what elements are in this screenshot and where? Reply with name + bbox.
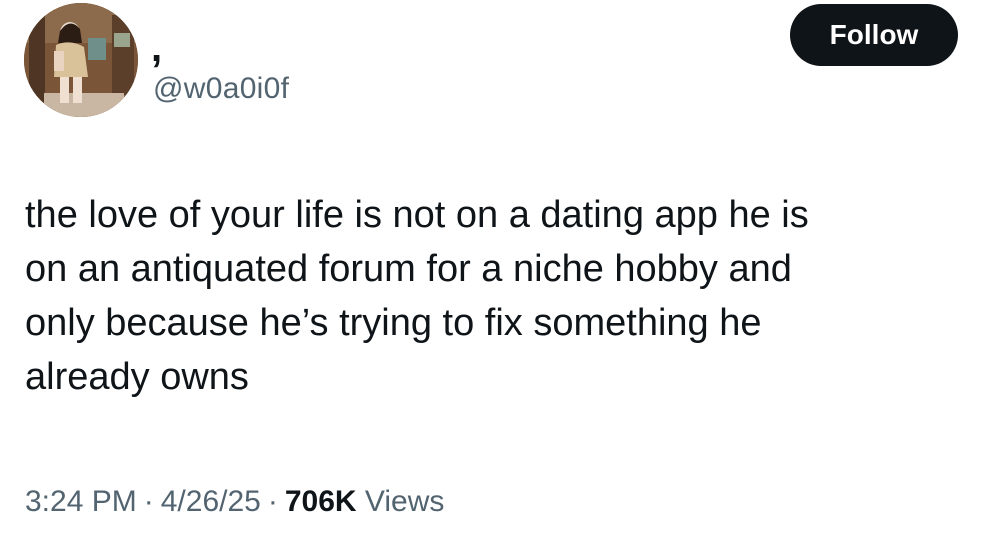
views-count[interactable]: 706K <box>285 485 357 518</box>
tweet-time[interactable]: 3:24 PM <box>25 485 137 518</box>
views-label: Views <box>364 485 445 518</box>
avatar[interactable] <box>24 3 138 117</box>
separator-dot: · <box>143 485 154 518</box>
separator-dot: · <box>267 485 278 518</box>
tweet-text-line: the love of your life is not on a dating… <box>25 194 809 236</box>
tweet-text: the love of your life is not on a dating… <box>25 188 975 404</box>
follow-button[interactable]: Follow <box>790 4 958 66</box>
tweet-card: , @w0a0i0f Follow the love of your life … <box>0 0 1000 544</box>
display-name[interactable]: , <box>151 28 162 68</box>
user-handle[interactable]: @w0a0i0f <box>153 71 289 107</box>
tweet-date[interactable]: 4/26/25 <box>161 485 261 518</box>
tweet-metadata: 3:24 PM · 4/26/25 · 706K Views <box>25 482 444 522</box>
avatar-image <box>24 3 138 117</box>
tweet-text-line: already owns <box>25 356 249 398</box>
tweet-text-line: only because he’s trying to fix somethin… <box>25 302 762 344</box>
tweet-text-line: on an antiquated forum for a niche hobby… <box>25 248 792 290</box>
